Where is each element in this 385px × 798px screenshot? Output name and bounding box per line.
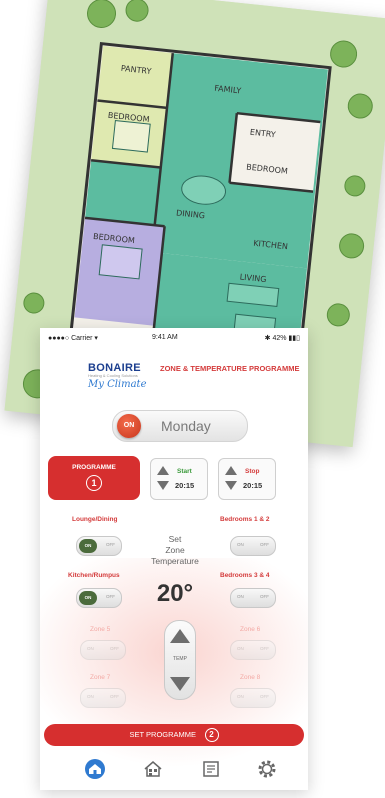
set-zone-temp-label: Set Zone Temperature [140,534,210,567]
start-time-stepper[interactable]: Start 20:15 [150,458,208,500]
zone-label: Bedrooms 3 & 4 [220,572,270,579]
toggle-on-label: ON [237,694,244,699]
zone-toggle-bedrooms-1-2[interactable]: ON OFF [230,536,276,556]
stop-time-stepper[interactable]: Stop 20:15 [218,458,276,500]
toggle-off-label: OFF [106,542,115,547]
zone-label: Zone 5 [90,626,111,633]
stop-label: Stop [245,468,260,475]
clock: 9:41 AM [152,334,178,341]
bonaire-logo: BONAIRE Heating & Cooling Solutions My C… [88,362,154,390]
house-zones-icon[interactable] [142,758,164,780]
zone-label: Lounge/Dining [72,516,118,523]
toggle-off-label: OFF [260,646,269,651]
toggle-off-label: OFF [260,594,269,599]
set-line: Set [168,534,182,544]
temp-control[interactable]: TEMP [164,620,196,700]
temp-down-arrow-icon[interactable] [170,677,190,691]
zone-label: Bedrooms 1 & 2 [220,516,270,523]
programme-label: PROGRAMME [72,464,116,471]
power-button[interactable]: ON [117,414,141,438]
zone-label: Zone 6 [240,626,261,633]
zone-toggle-6[interactable]: ON OFF [230,640,276,660]
toggle-on-label: ON [237,646,244,651]
day-selector[interactable]: ON Monday [112,410,248,442]
start-down-arrow-icon[interactable] [157,481,169,490]
start-label: Start [177,468,192,475]
temperature-line: Temperature [151,556,199,566]
toggle-on-label: ON [237,594,244,599]
battery-indicator: ✱ 42% ▮▮▯ [264,335,300,342]
toggle-on-label: ON [237,542,244,547]
toggle-off-label: OFF [106,594,115,599]
toggle-off-label: OFF [260,694,269,699]
zone-toggle-kitchen-rumpus[interactable]: ON OFF [76,588,122,608]
page-title: ZONE & TEMPERATURE PROGRAMME [160,364,300,373]
zone-toggle-7[interactable]: ON OFF [80,688,126,708]
stop-up-arrow-icon[interactable] [225,466,237,475]
toggle-off-label: OFF [260,542,269,547]
zone-line: Zone [165,545,185,555]
programme-icon[interactable] [200,758,222,780]
temp-up-arrow-icon[interactable] [170,629,190,643]
start-time: 20:15 [175,481,195,490]
start-up-arrow-icon[interactable] [157,466,169,475]
zone-label: Zone 7 [90,674,111,681]
carrier-label: ●●●●○ Carrier ▾ [48,335,98,342]
set-programme-number: 2 [204,728,219,742]
status-bar: ●●●●○ Carrier ▾ 9:41 AM ✱ 42% ▮▮▯ [40,334,308,346]
programme-tab[interactable]: PROGRAMME 1 [48,456,140,500]
stop-time: 20:15 [243,481,263,490]
stop-down-arrow-icon[interactable] [225,481,237,490]
toggle-off-label: OFF [110,694,119,699]
temp-control-label: TEMP [173,656,187,662]
zone-toggle-8[interactable]: ON OFF [230,688,276,708]
app-screen: ●●●●○ Carrier ▾ 9:41 AM ✱ 42% ▮▮▯ BONAIR… [40,328,308,790]
set-programme-button[interactable]: SET PROGRAMME 2 [44,724,304,746]
zone-label: Zone 8 [240,674,261,681]
programme-number: 1 [86,475,102,491]
toggle-on-label: ON [87,694,94,699]
tab-bar [40,754,308,790]
logo-sub: My Climate [88,379,147,390]
temperature-value: 20° [156,580,194,607]
zone-toggle-lounge-dining[interactable]: ON OFF [76,536,122,556]
toggle-off-label: OFF [110,646,119,651]
toggle-on-label: ON [87,646,94,651]
zone-toggle-5[interactable]: ON OFF [80,640,126,660]
settings-icon[interactable] [256,758,278,780]
home-icon[interactable] [84,758,106,780]
day-label: Monday [161,418,211,434]
set-programme-label: SET PROGRAMME [129,730,197,739]
zone-toggle-bedrooms-3-4[interactable]: ON OFF [230,588,276,608]
logo-tagline: Heating & Cooling Solutions [88,373,138,378]
toggle-knob: ON [79,539,97,553]
zone-label: Kitchen/Rumpus [68,572,120,579]
toggle-knob: ON [79,591,97,605]
